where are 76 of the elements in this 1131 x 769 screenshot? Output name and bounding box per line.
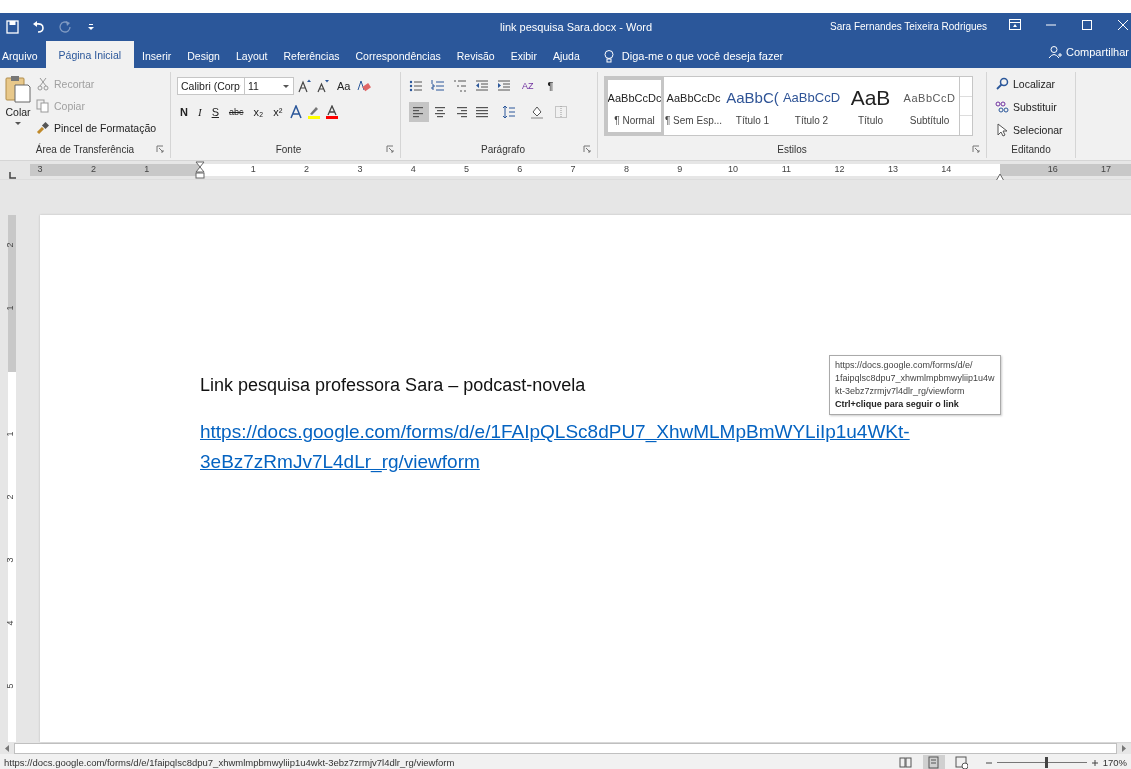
ribbon-tab[interactable]: Design bbox=[179, 44, 228, 68]
group-label: Fonte bbox=[274, 144, 303, 157]
ribbon-tab[interactable]: Arquivo bbox=[0, 44, 46, 68]
group-label: Estilos bbox=[776, 144, 808, 157]
ruler-number: 7 bbox=[570, 164, 576, 174]
font-name-field[interactable]: Calibri (Corp bbox=[177, 77, 245, 95]
format-button[interactable]: x₂ bbox=[250, 106, 267, 118]
ruler-number: 1 bbox=[4, 305, 15, 311]
ribbon-tab[interactable]: Página Inicial bbox=[45, 41, 135, 68]
ruler-number: 9 bbox=[677, 164, 683, 174]
tooltip-url: 1faipqlsc8dpu7_xhwmlmpbmwyliip1u4w bbox=[835, 372, 995, 385]
style-option[interactable]: AaB Título bbox=[841, 77, 900, 135]
format-button[interactable]: S bbox=[208, 106, 222, 118]
style-option[interactable]: AaBbCcDc ¶ Normal bbox=[605, 77, 664, 135]
hyperlink[interactable]: 3eBz7zRmJv7L4dLr_rg/viewform bbox=[200, 451, 480, 473]
style-option[interactable]: AaBbCcD Subtítulo bbox=[900, 77, 959, 135]
ruler-number: 3 bbox=[4, 557, 15, 563]
hyperlink[interactable]: https://docs.google.com/forms/d/e/1FAIpQLSc8dPU7_XhwMLMpBmWYLiIp1u4WKt- bbox=[200, 421, 910, 443]
user-name: Sara Fernandes Teixeira Rodrigues bbox=[830, 21, 988, 32]
group-label: Área de Transferência bbox=[34, 144, 136, 157]
ruler-number: 2 bbox=[4, 494, 15, 500]
tooltip-hint: Ctrl+clique para seguir o link bbox=[835, 398, 960, 411]
ribbon-tab[interactable]: Referências bbox=[275, 44, 348, 68]
ribbon-tab[interactable]: Exibir bbox=[502, 44, 545, 68]
ruler-number: 2 bbox=[4, 242, 15, 248]
editing-command[interactable]: Substituir bbox=[995, 97, 1063, 117]
sort-button[interactable]: AZ bbox=[519, 81, 537, 91]
ruler-number: 8 bbox=[623, 164, 629, 174]
show-formatting-button[interactable]: ¶ bbox=[544, 80, 557, 92]
ribbon-tab[interactable]: Correspondências bbox=[347, 44, 449, 68]
window-title: link pesquisa Sara.docx - Word bbox=[500, 21, 653, 33]
group-label: Parágrafo bbox=[480, 144, 526, 157]
change-case-button[interactable]: Aa bbox=[334, 80, 354, 92]
format-button[interactable]: x² bbox=[270, 106, 286, 118]
status-link-text: https://docs.google.com/forms/d/e/1faipqlsc8dpu7_xhwmlmpbmwyliip1u4wkt-3ebz7zrmjv7l4dlr_rg/viewform bbox=[4, 757, 456, 768]
ruler-number: 5 bbox=[4, 683, 15, 689]
paste-button[interactable]: Colar bbox=[0, 72, 36, 144]
zoom-level: 170% bbox=[1102, 757, 1127, 768]
font-size-field[interactable]: 11 bbox=[244, 77, 294, 95]
style-option[interactable]: AaBbCcDc ¶ Sem Esp... bbox=[664, 77, 723, 135]
ruler-number: 1 bbox=[250, 164, 256, 174]
ruler-number: 10 bbox=[728, 164, 738, 174]
ruler-number: 17 bbox=[1101, 164, 1112, 174]
tooltip-url: kt-3ebz7zrmjv7l4dlr_rg/viewform bbox=[835, 385, 966, 398]
ruler-number: 4 bbox=[410, 164, 416, 174]
format-button[interactable]: I bbox=[194, 106, 205, 118]
ruler-number: 6 bbox=[517, 164, 523, 174]
ruler-number: 5 bbox=[464, 164, 469, 174]
share-button[interactable]: Compartilhar bbox=[1048, 45, 1129, 59]
style-option[interactable]: AaBbC( Título 1 bbox=[723, 77, 782, 135]
format-button[interactable]: abc bbox=[225, 107, 247, 117]
ruler-number: 12 bbox=[834, 164, 845, 174]
tooltip-url: https://docs.google.com/forms/d/e/ bbox=[835, 359, 974, 372]
group-label: Editando bbox=[1010, 144, 1052, 157]
ruler-number: 13 bbox=[887, 164, 898, 174]
clipboard-command[interactable]: Pincel de Formatação bbox=[36, 118, 157, 138]
ruler-number: 1 bbox=[4, 431, 15, 437]
ribbon-tab[interactable]: Layout bbox=[227, 44, 276, 68]
ribbon-tab[interactable]: Revisão bbox=[448, 44, 503, 68]
ruler-number: 3 bbox=[357, 164, 363, 174]
format-button[interactable]: N bbox=[177, 106, 191, 118]
ruler-number: 16 bbox=[1047, 164, 1058, 174]
style-option[interactable]: AaBbCcD Título 2 bbox=[782, 77, 841, 135]
ruler-number: 11 bbox=[781, 164, 791, 174]
ruler-number: 3 bbox=[37, 164, 43, 174]
editing-command[interactable]: Selecionar bbox=[995, 120, 1063, 140]
ribbon-tab[interactable]: Ajuda bbox=[544, 44, 588, 68]
ruler-number: 1 bbox=[144, 164, 150, 174]
ribbon-tab[interactable]: Inserir bbox=[134, 44, 180, 68]
ruler-number: 4 bbox=[4, 620, 15, 626]
ruler-number: 2 bbox=[304, 164, 310, 174]
editing-command[interactable]: Localizar bbox=[995, 74, 1063, 94]
tell-me-field[interactable]: Diga-me o que você deseja fazer bbox=[601, 44, 784, 68]
document-heading: Link pesquisa professora Sara – podcast-novela bbox=[200, 375, 586, 396]
ruler-number: 14 bbox=[941, 164, 952, 174]
ruler-number: 2 bbox=[90, 164, 96, 174]
